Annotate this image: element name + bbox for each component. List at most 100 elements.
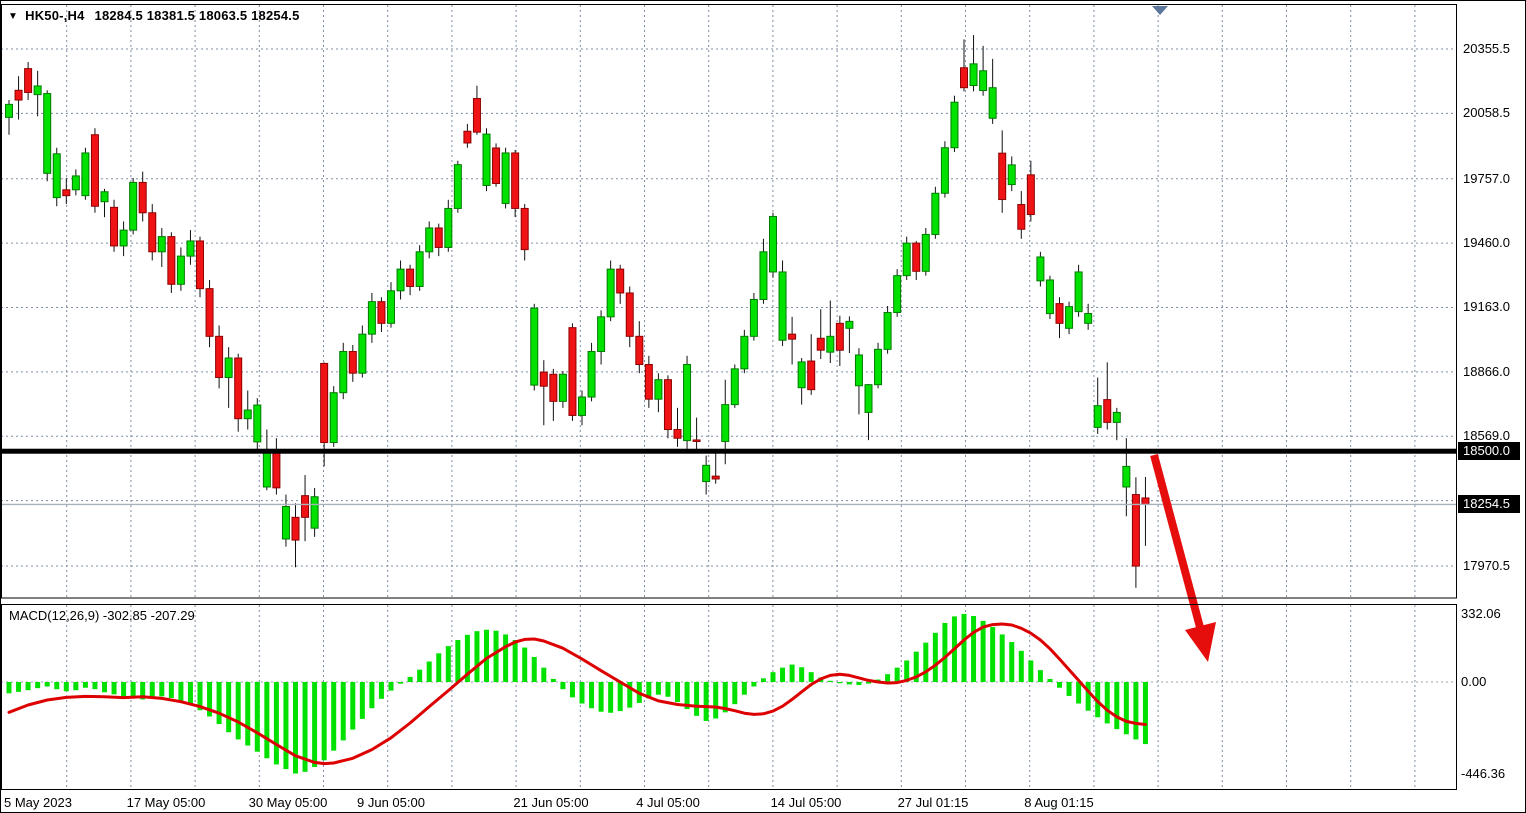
- macd-bar: [159, 682, 164, 696]
- macd-bar: [1028, 660, 1033, 682]
- macd-bar: [522, 648, 527, 682]
- candle-body: [111, 207, 118, 246]
- candle-body: [368, 302, 375, 335]
- candle: [349, 345, 356, 382]
- macd-bar: [474, 631, 479, 682]
- macd-bar: [188, 682, 193, 705]
- candle: [626, 286, 633, 347]
- candle-body: [1132, 495, 1139, 567]
- macd-bar: [26, 682, 31, 690]
- candle-body: [493, 148, 500, 184]
- candle-body: [435, 228, 442, 248]
- macd-bar: [551, 679, 556, 682]
- price-tick-label: 18569.0: [1463, 428, 1510, 443]
- candle: [531, 304, 538, 391]
- candle: [750, 293, 757, 341]
- macd-bar: [417, 670, 422, 682]
- candle-body: [34, 86, 41, 95]
- candle-body: [302, 496, 309, 518]
- candle: [34, 71, 41, 117]
- macd-bar: [895, 668, 900, 682]
- macd-bar: [274, 682, 279, 764]
- candle: [244, 391, 251, 430]
- candle: [302, 475, 309, 541]
- candle-body: [579, 397, 586, 415]
- macd-bar: [971, 616, 976, 682]
- candle-body: [540, 372, 547, 386]
- time-tick-label: 14 Jul 05:00: [771, 795, 842, 810]
- macd-bar: [83, 682, 88, 688]
- candle-body: [82, 153, 89, 196]
- candle-body: [693, 440, 700, 442]
- candle: [397, 260, 404, 299]
- candle-body: [206, 289, 213, 337]
- macd-bar: [92, 682, 97, 689]
- candle: [951, 96, 958, 152]
- candle-body: [550, 374, 557, 401]
- candle: [177, 247, 184, 290]
- candle: [1027, 161, 1034, 222]
- macd-bar: [427, 662, 432, 683]
- macd-bar: [828, 681, 833, 682]
- candle-body: [884, 312, 891, 349]
- macd-bar: [923, 643, 928, 682]
- candle-body: [158, 237, 165, 252]
- macd-bar: [264, 682, 269, 758]
- candle-body: [340, 352, 347, 393]
- candle: [464, 124, 471, 148]
- candle-body: [454, 165, 461, 209]
- candle-body: [130, 182, 137, 230]
- candle: [273, 438, 280, 494]
- candle: [368, 293, 375, 343]
- candle-body: [1046, 280, 1053, 314]
- candle: [101, 189, 108, 217]
- candle: [53, 148, 60, 207]
- macd-bar: [990, 627, 995, 682]
- macd-bar: [694, 682, 699, 716]
- candle-body: [1142, 498, 1149, 505]
- candle-body: [684, 365, 691, 441]
- macd-bar: [7, 682, 12, 693]
- candle: [579, 391, 586, 426]
- macd-bar: [809, 672, 814, 682]
- macd-tick-label: -446.36: [1461, 766, 1505, 781]
- candle: [1075, 265, 1082, 317]
- macd-tick-label: 332.06: [1461, 606, 1501, 621]
- candle-body: [731, 369, 738, 405]
- candle-body: [712, 476, 719, 479]
- candle-body: [1008, 165, 1015, 185]
- macd-bar: [494, 631, 499, 682]
- candle: [636, 321, 643, 373]
- support-line-18500[interactable]: [1, 449, 1457, 454]
- candle: [712, 451, 719, 484]
- price-tick-label: 17970.5: [1463, 558, 1510, 573]
- candle: [961, 39, 968, 91]
- candle: [980, 46, 987, 96]
- macd-bar: [121, 682, 126, 696]
- macd-bar: [799, 667, 804, 682]
- symbol-dropdown-icon[interactable]: ▼: [8, 9, 18, 24]
- macd-bar: [64, 682, 69, 691]
- candle-body: [846, 321, 853, 328]
- macd-bar: [541, 668, 546, 682]
- macd-bar: [618, 682, 623, 711]
- candle-body: [722, 405, 729, 442]
- candle-body: [44, 94, 51, 174]
- candle: [359, 325, 366, 377]
- macd-bar: [178, 682, 183, 701]
- candle-body: [263, 451, 270, 487]
- candle-body: [426, 228, 433, 252]
- candle-body: [655, 380, 662, 400]
- down-arrow[interactable]: [1154, 455, 1216, 662]
- candle: [216, 325, 223, 388]
- time-tick-label: 27 Jul 01:15: [898, 795, 969, 810]
- candle-body: [6, 104, 13, 117]
- candle: [932, 187, 939, 239]
- macd-bar: [704, 682, 709, 721]
- candle-body: [913, 243, 920, 271]
- macd-bar: [790, 665, 795, 682]
- macd-bar: [236, 682, 241, 739]
- chart-canvas[interactable]: [1, 1, 1526, 813]
- candle-body: [808, 361, 815, 390]
- last-bar-marker-icon[interactable]: [1152, 6, 1168, 15]
